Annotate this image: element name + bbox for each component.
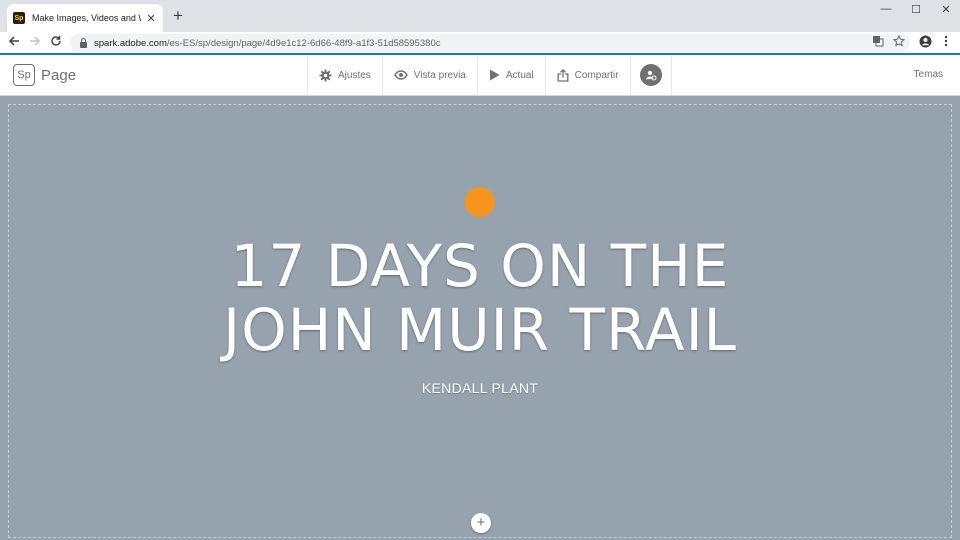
nav-settings-button[interactable]: Ajustes <box>308 55 383 95</box>
lock-icon <box>80 37 87 48</box>
minimize-button[interactable]: — <box>871 3 901 15</box>
share-icon <box>557 68 569 82</box>
url-text: spark.adobe.com/es-ES/sp/design/page/4d9… <box>94 37 441 49</box>
app-logo[interactable]: Sp Page <box>13 64 76 86</box>
themes-link[interactable]: Temas <box>914 69 943 80</box>
nav-present-button[interactable]: Actual <box>478 55 546 95</box>
nav-settings-label: Ajustes <box>338 69 371 81</box>
app-name: Page <box>41 66 77 84</box>
tab-close-icon[interactable]: ✕ <box>145 12 157 25</box>
app-header: Sp Page Ajustes Vista previa Actual Comp… <box>0 55 960 96</box>
spark-favicon-icon: Sp <box>13 12 25 24</box>
nav-preview-label: Vista previa <box>413 69 466 81</box>
browser-tab[interactable]: Sp Make Images, Videos and Web S ✕ <box>7 4 163 32</box>
gear-icon <box>319 68 332 82</box>
add-collaborator-icon <box>639 64 662 86</box>
add-block-button[interactable]: + <box>471 513 491 533</box>
back-arrow-icon[interactable] <box>6 35 22 51</box>
browser-tab-strip: Sp Make Images, Videos and Web S ✕ + — ☐… <box>0 0 960 32</box>
window-close-button[interactable]: ✕ <box>931 3 960 16</box>
app-nav: Ajustes Vista previa Actual Compartir <box>307 55 672 95</box>
orange-marker-icon[interactable] <box>465 187 495 217</box>
bookmark-star-icon[interactable] <box>891 34 907 52</box>
translate-icon[interactable] <box>870 35 886 52</box>
new-tab-button[interactable]: + <box>170 7 186 24</box>
nav-share-button[interactable]: Compartir <box>546 55 631 95</box>
spark-logo-icon: Sp <box>13 64 35 86</box>
maximize-button[interactable]: ☐ <box>901 3 931 16</box>
tab-title: Make Images, Videos and Web S <box>32 13 141 23</box>
eye-icon <box>393 70 408 80</box>
nav-preview-button[interactable]: Vista previa <box>383 55 478 95</box>
forward-arrow-icon[interactable] <box>27 35 43 51</box>
play-icon <box>489 69 500 81</box>
profile-icon[interactable] <box>917 35 933 53</box>
page-canvas[interactable]: 17 DAYS ON THE JOHN MUIR TRAIL KENDALL P… <box>0 96 960 540</box>
page-title[interactable]: 17 DAYS ON THE JOHN MUIR TRAIL <box>0 234 960 362</box>
reload-icon[interactable] <box>48 35 64 51</box>
address-bar[interactable]: spark.adobe.com/es-ES/sp/design/page/4d9… <box>70 34 910 52</box>
collaborator-button[interactable] <box>631 55 672 95</box>
nav-share-label: Compartir <box>574 69 619 81</box>
browser-menu-icon[interactable] <box>938 35 954 52</box>
nav-present-label: Actual <box>505 69 534 81</box>
browser-toolbar: spark.adobe.com/es-ES/sp/design/page/4d9… <box>0 32 960 54</box>
page-subtitle[interactable]: KENDALL PLANT <box>0 380 960 396</box>
title-line-2: JOHN MUIR TRAIL <box>222 296 737 364</box>
title-line-1: 17 DAYS ON THE <box>230 232 730 300</box>
